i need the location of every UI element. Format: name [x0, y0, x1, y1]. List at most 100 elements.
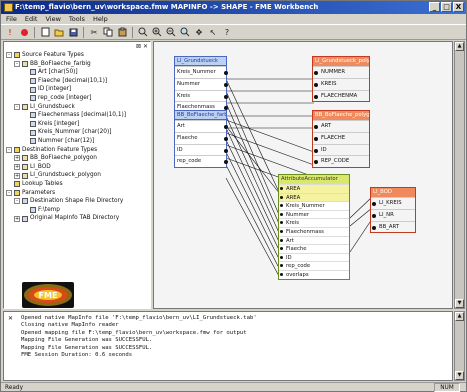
collapse-icon[interactable]: - — [14, 198, 20, 205]
transformer-port-row[interactable]: ID — [279, 252, 349, 262]
log-close-icon[interactable]: ✕ — [8, 315, 13, 322]
cut-icon[interactable]: ✂ — [88, 26, 100, 38]
menu-tools[interactable]: Tools — [69, 14, 85, 24]
canvas-scrollbar[interactable]: ▲ ▼ — [454, 41, 465, 309]
transformer-port-row[interactable]: Kreis_Nummer — [279, 201, 349, 210]
fit-icon[interactable] — [179, 26, 191, 38]
collapse-icon[interactable]: - — [14, 103, 20, 110]
pointer-icon[interactable]: ↖ — [207, 26, 219, 38]
attribute-row[interactable]: Flaeche — [175, 131, 228, 144]
attribute-row[interactable]: ART — [313, 120, 369, 132]
toolbar-separator — [132, 26, 133, 38]
tree-item[interactable]: - Destination Shape File Directory — [6, 197, 150, 206]
attribute-row[interactable]: rep_code — [175, 155, 228, 168]
navigator-close-icon[interactable]: ⊠ ✕ — [136, 43, 148, 50]
tree-item[interactable]: + LI_BOD — [6, 163, 150, 172]
tree-item[interactable]: Kreis_Nummer [char(20)] — [6, 128, 150, 137]
tree-item[interactable]: rep_code [integer] — [6, 94, 150, 103]
destination-feature-type-li-bod[interactable]: LI_BOD LI_KREIS LI_NR BB_ART — [370, 187, 416, 234]
zoom-out-icon[interactable] — [165, 26, 177, 38]
transformer-port-row[interactable]: Flaechenmass — [279, 226, 349, 236]
tree-item[interactable]: F:\temp — [6, 206, 150, 215]
expand-icon[interactable]: + — [14, 155, 20, 162]
stop-icon[interactable] — [18, 26, 30, 38]
zoom-icon[interactable] — [137, 26, 149, 38]
scroll-down-icon[interactable]: ▼ — [455, 299, 464, 308]
destination-feature-type-bb-boflaeche[interactable]: BB_BoFlaeche_polygon ART FLAECHE ID REP_… — [312, 110, 370, 169]
attribute-row[interactable]: KREIS — [313, 77, 369, 90]
transformer-port-row[interactable]: overlaps — [279, 269, 349, 279]
collapse-icon[interactable]: - — [6, 52, 12, 59]
menu-help[interactable]: Help — [93, 14, 108, 24]
scroll-down-icon[interactable]: ▼ — [455, 371, 464, 380]
open-icon[interactable] — [53, 26, 65, 38]
new-icon[interactable] — [39, 26, 51, 38]
expand-icon[interactable]: + — [14, 172, 20, 179]
tree-item[interactable]: Kreis [integer] — [6, 120, 150, 129]
menu-view[interactable]: View — [45, 14, 60, 24]
tree-item[interactable]: - LI_Grundstueck — [6, 103, 150, 112]
attribute-row[interactable]: Nummer — [175, 77, 228, 90]
transformer-port-row[interactable]: AREA — [279, 192, 349, 202]
source-feature-type-bb-boflaeche[interactable]: BB_BoFlaeche_farbig Art Flaeche ID rep_c… — [174, 110, 228, 169]
attribute-row[interactable]: NUMMER — [313, 66, 369, 78]
collapse-icon[interactable]: - — [6, 189, 12, 196]
attribute-row[interactable]: Kreis — [175, 89, 228, 102]
tree-item[interactable]: + Original MapInfo TAB Directory — [6, 214, 150, 223]
attribute-row[interactable]: LI_NR — [371, 208, 415, 221]
paste-icon[interactable] — [116, 26, 128, 38]
help-icon[interactable]: ? — [221, 26, 233, 38]
attribute-row[interactable]: ID — [175, 143, 228, 156]
transformer-port-row[interactable]: Flaeche — [279, 244, 349, 253]
maximize-button[interactable]: □ — [441, 2, 452, 12]
transformer-port-row[interactable]: Nummer — [279, 209, 349, 219]
toolbar-separator — [34, 26, 35, 38]
save-icon[interactable] — [67, 26, 79, 38]
attribute-row[interactable]: ID — [313, 143, 369, 156]
transformer-box[interactable]: AttributeAccumulator AREA AREA Kreis_Num… — [278, 174, 350, 280]
minimize-button[interactable]: _ — [429, 2, 440, 12]
transformer-port-row[interactable]: AREA — [279, 184, 349, 193]
run-icon[interactable]: ! — [4, 26, 16, 38]
tree-item[interactable]: Flaeche [decimal(10,1)] — [6, 77, 150, 86]
attribute-row[interactable]: FLAECHE — [313, 131, 369, 144]
expand-icon[interactable]: + — [14, 164, 20, 171]
collapse-icon[interactable]: - — [14, 60, 20, 67]
collapse-icon[interactable]: - — [6, 146, 12, 153]
close-button[interactable]: X — [453, 2, 464, 12]
tree-item-label: LI_Grundstueck — [30, 103, 75, 110]
menu-edit[interactable]: Edit — [25, 14, 38, 24]
tree-item[interactable]: Lookup Tables — [6, 180, 150, 189]
tree-item[interactable]: Art [char(50)] — [6, 68, 150, 77]
transformer-port-row[interactable]: Kreis — [279, 218, 349, 227]
transformer-port-row[interactable]: Art — [279, 235, 349, 245]
tree-item[interactable]: + LI_Grundstueck_polygon — [6, 171, 150, 180]
scroll-up-icon[interactable]: ▲ — [455, 312, 464, 321]
source-feature-type-li-grundstueck[interactable]: LI_Grundstueck Kreis_Nummer Nummer Kreis… — [174, 56, 228, 115]
menu-file[interactable]: File — [6, 14, 17, 24]
tree-item[interactable]: ID [integer] — [6, 85, 150, 94]
log-scrollbar[interactable]: ▲ ▼ — [454, 311, 465, 381]
attribute-row[interactable]: Art — [175, 120, 228, 132]
attribute-row[interactable]: LI_KREIS — [371, 197, 415, 209]
workspace-canvas[interactable]: LI_Grundstueck Kreis_Nummer Nummer Kreis… — [153, 41, 453, 309]
tree-item[interactable]: - BB_BoFlaeche_farbig — [6, 60, 150, 69]
attribute-row[interactable]: FLAECHENMA — [313, 89, 369, 102]
tree-item[interactable]: Flaechenmass [decimal(10,1)] — [6, 111, 150, 120]
tree-item[interactable]: - Parameters — [6, 189, 150, 198]
folder-icon — [14, 181, 20, 188]
tree-item[interactable]: Nummer [char(12)] — [6, 137, 150, 146]
copy-icon[interactable] — [102, 26, 114, 38]
tree-item[interactable]: + BB_BoFlaeche_polygon — [6, 154, 150, 163]
scroll-up-icon[interactable]: ▲ — [455, 42, 464, 51]
attribute-row[interactable]: Kreis_Nummer — [175, 66, 228, 78]
pan-icon[interactable]: ✥ — [193, 26, 205, 38]
attribute-row[interactable]: REP_CODE — [313, 155, 369, 168]
tree-item[interactable]: - Destination Feature Types — [6, 146, 150, 155]
zoom-in-icon[interactable] — [151, 26, 163, 38]
transformer-port-row[interactable]: rep_code — [279, 261, 349, 270]
destination-feature-type-li-grundstueck[interactable]: LI_Grundstueck_polygon NUMMER KREIS FLAE… — [312, 56, 370, 103]
expand-icon[interactable]: + — [14, 215, 20, 222]
tree-item[interactable]: - Source Feature Types — [6, 51, 150, 60]
attribute-row[interactable]: BB_ART — [371, 220, 415, 233]
